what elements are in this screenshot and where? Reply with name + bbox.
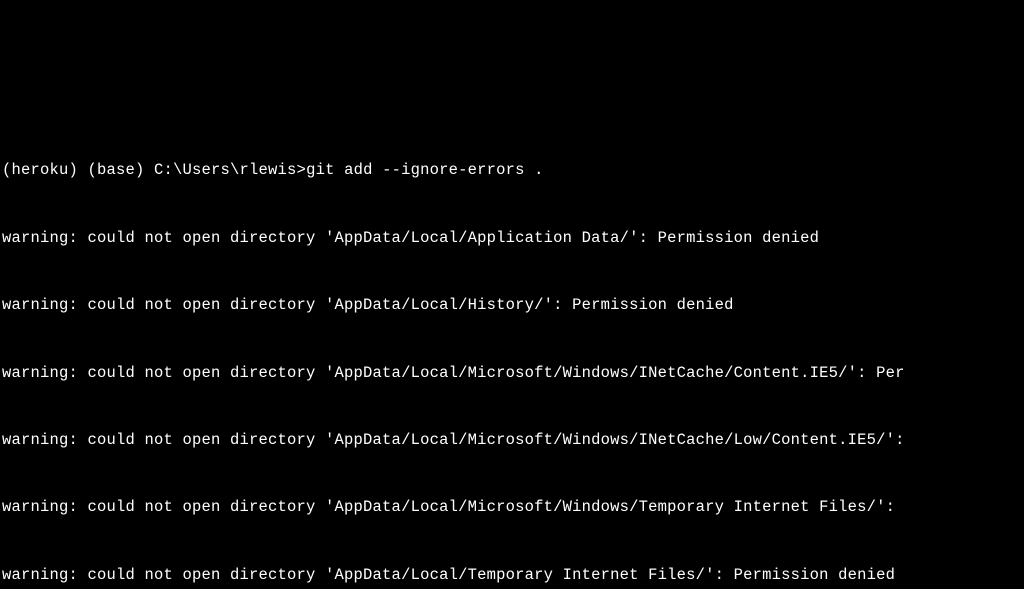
output-line: warning: could not open directory 'AppDa… xyxy=(2,429,1024,451)
command-text: git add --ignore-errors . xyxy=(306,161,544,179)
output-line: warning: could not open directory 'AppDa… xyxy=(2,294,1024,316)
output-line: warning: could not open directory 'AppDa… xyxy=(2,564,1024,586)
output-line: warning: could not open directory 'AppDa… xyxy=(2,496,1024,518)
output-line: warning: could not open directory 'AppDa… xyxy=(2,227,1024,249)
prompt-line: (heroku) (base) C:\Users\rlewis>git add … xyxy=(2,159,1024,181)
output-line: warning: could not open directory 'AppDa… xyxy=(2,362,1024,384)
prompt-prefix: (heroku) (base) C:\Users\rlewis> xyxy=(2,161,306,179)
terminal-output[interactable]: (heroku) (base) C:\Users\rlewis>git add … xyxy=(0,112,1024,589)
